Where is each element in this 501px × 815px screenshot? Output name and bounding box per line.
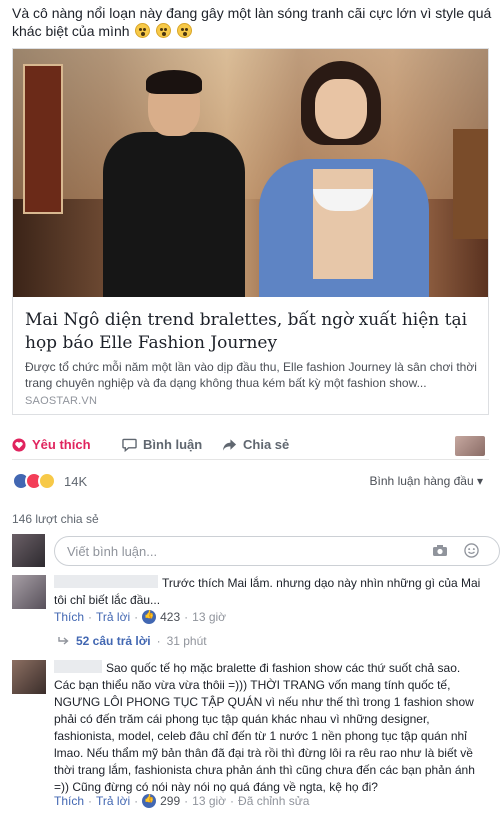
share-count[interactable]: 146 lượt chia sẻ xyxy=(12,512,99,526)
love-reaction-button[interactable]: Yêu thích xyxy=(12,437,91,452)
comment-meta: Thích· Trả lời· 299· 13 giờ· Đã chỉnh sử… xyxy=(54,794,309,808)
comment-like-link[interactable]: Thích xyxy=(54,794,84,808)
comment-item: Trước thích Mai lắm. nhưng dạo này nhìn … xyxy=(12,575,489,635)
photo-painting-right xyxy=(453,129,488,239)
comment-text: Trước thích Mai lắm. nhưng dạo này nhìn … xyxy=(54,575,484,609)
comment-button[interactable]: Bình luận xyxy=(122,437,501,452)
comment-time[interactable]: 13 giờ xyxy=(192,610,226,624)
reaction-icons[interactable] xyxy=(12,472,56,490)
comment-like-count[interactable]: 423 xyxy=(160,610,180,624)
wow-emoji-icon xyxy=(177,23,193,38)
like-count-icon xyxy=(142,794,157,808)
commenter-name-redacted[interactable] xyxy=(54,575,158,588)
comment-text: Sao quốc tế họ mặc bralette đi fashion s… xyxy=(54,660,484,796)
post-action-bar: Yêu thích Bình luận Chia sẻ xyxy=(12,428,489,460)
comment-like-count[interactable]: 299 xyxy=(160,794,180,808)
love-button-label: Yêu thích xyxy=(32,437,91,452)
heart-icon xyxy=(12,437,26,452)
comment-reply-link[interactable]: Trả lời xyxy=(96,794,130,808)
page-avatar-selector[interactable] xyxy=(455,436,485,456)
camera-icon[interactable] xyxy=(432,544,448,557)
comment-reply-link[interactable]: Trả lời xyxy=(96,610,130,624)
post-text-body: Và cô nàng nổi loạn này đang gây một làn… xyxy=(12,5,492,39)
comment-meta: Thích· Trả lời· 423· 13 giờ xyxy=(54,610,226,624)
reaction-count[interactable]: 14K xyxy=(64,474,87,489)
comment-sort-dropdown[interactable]: Bình luận hàng đầu ▾ xyxy=(370,474,483,488)
photo-person-woman xyxy=(253,59,433,297)
haha-reaction-icon xyxy=(38,472,56,490)
emoji-picker-icon[interactable] xyxy=(464,543,479,558)
link-preview-card[interactable]: Mai Ngô diện trend bralettes, bất ngờ xu… xyxy=(12,48,489,415)
share-arrow-icon xyxy=(222,438,237,451)
wow-emoji-icon xyxy=(156,23,172,38)
post-text: Và cô nàng nổi loạn này đang gây một làn… xyxy=(12,4,492,40)
comment-button-label: Bình luận xyxy=(143,437,203,452)
replies-time: 31 phút xyxy=(166,634,207,648)
share-button-label: Chia sẻ xyxy=(243,437,290,452)
comment-edited[interactable]: Đã chỉnh sửa xyxy=(238,794,309,808)
comment-like-link[interactable]: Thích xyxy=(54,610,84,624)
link-description: Được tổ chức mỗi năm một lần vào dịp đầu… xyxy=(25,360,477,390)
reactions-summary: 14K Bình luận hàng đầu ▾ xyxy=(12,470,489,494)
like-count-icon xyxy=(142,610,157,624)
photo-painting-left xyxy=(23,64,63,214)
article-photo[interactable] xyxy=(13,49,488,297)
view-replies-link[interactable]: 52 câu trả lời · 31 phút xyxy=(58,634,207,648)
link-title[interactable]: Mai Ngô diện trend bralettes, bất ngờ xu… xyxy=(25,309,480,355)
link-source: SAOSTAR.VN xyxy=(25,395,98,407)
replies-count: 52 câu trả lời xyxy=(76,634,151,648)
comment-item: Sao quốc tế họ mặc bralette đi fashion s… xyxy=(12,660,489,810)
reply-arrow-icon xyxy=(58,637,69,645)
share-button[interactable]: Chia sẻ xyxy=(222,437,289,452)
wow-emoji-icon xyxy=(135,23,151,38)
write-comment-row: Viết bình luận... xyxy=(12,534,500,568)
commenter-avatar[interactable] xyxy=(12,575,46,609)
current-user-avatar xyxy=(12,534,45,567)
commenter-avatar[interactable] xyxy=(12,660,46,694)
comment-body: Sao quốc tế họ mặc bralette đi fashion s… xyxy=(54,661,475,794)
link-card-body: Mai Ngô diện trend bralettes, bất ngờ xu… xyxy=(13,297,488,414)
commenter-name-redacted[interactable] xyxy=(54,660,102,673)
comment-time[interactable]: 13 giờ xyxy=(192,794,226,808)
photo-person-man xyxy=(98,70,248,297)
comment-bubble-icon xyxy=(122,438,137,452)
